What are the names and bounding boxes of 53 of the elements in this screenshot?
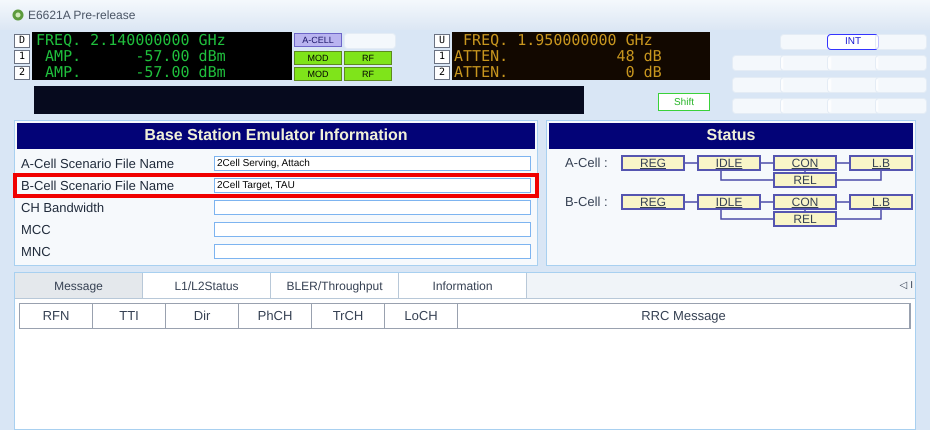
column-header: TTI (93, 304, 166, 328)
display-line: ATTEN. 48 dB (454, 48, 663, 64)
cell-label: A-Cell : (565, 155, 609, 172)
channel-key: 2 (14, 66, 30, 80)
state-box: IDLE (697, 155, 761, 171)
tab[interactable]: BLER/Throughput (271, 273, 399, 298)
state-box: REG (621, 194, 685, 210)
tab-scroll-arrows[interactable]: ◁ I (899, 278, 915, 293)
channel-key: D (14, 34, 30, 48)
display-line: FREQ. 2.140000000 GHz (36, 32, 227, 48)
app-icon (12, 9, 24, 21)
tab[interactable]: Message (15, 273, 143, 298)
display-line: AMP. -57.00 dBm (44, 64, 227, 80)
cell-label: B-Cell : (565, 194, 609, 211)
value-field: 2Cell Target, TAU (214, 178, 531, 193)
column-header: PhCH (239, 304, 312, 328)
state-box: CON (773, 194, 837, 210)
column-header: Dir (166, 304, 239, 328)
display-line: ATTEN. 0 dB (454, 64, 663, 80)
state-box: L.B (849, 155, 913, 171)
state-box: REL (773, 172, 837, 188)
state-box: CON (773, 155, 837, 171)
panel-header: Status (549, 123, 913, 149)
cell-button[interactable]: A-CELL (294, 33, 342, 47)
state-box: IDLE (697, 194, 761, 210)
toggle-button[interactable]: RF (344, 67, 392, 81)
mode-button[interactable]: INT (827, 34, 879, 50)
state-box: REG (621, 155, 685, 171)
value-field: 2Cell Serving, Attach (214, 156, 531, 171)
channel-key: 2 (434, 66, 450, 80)
field-label: CH Bandwidth (21, 198, 106, 217)
field-label: MCC (21, 220, 52, 239)
panel-header: Base Station Emulator Information (17, 123, 535, 149)
column-header: TrCH (312, 304, 385, 328)
toggle-button[interactable]: MOD (294, 67, 342, 81)
channel-key: 1 (14, 50, 30, 64)
column-header: RRC Message (458, 304, 910, 328)
column-header: RFN (20, 304, 93, 328)
window-title: E6621A Pre-release (28, 7, 136, 24)
field-label: MNC (21, 242, 52, 261)
channel-key: U (434, 34, 450, 48)
display-line: FREQ. 1.950000000 GHz (462, 32, 654, 48)
column-header: LoCH (385, 304, 458, 328)
state-box: L.B (849, 194, 913, 210)
field-label: B-Cell Scenario File Name (21, 176, 176, 195)
field-label: A-Cell Scenario File Name (21, 154, 176, 173)
state-box: REL (773, 211, 837, 227)
toggle-button[interactable]: MOD (294, 51, 342, 65)
display-line: AMP. -57.00 dBm (44, 48, 227, 64)
tab[interactable]: Information (399, 273, 527, 298)
tab[interactable]: L1/L2Status (143, 273, 271, 298)
toggle-button[interactable]: RF (344, 51, 392, 65)
channel-key: 1 (434, 50, 450, 64)
